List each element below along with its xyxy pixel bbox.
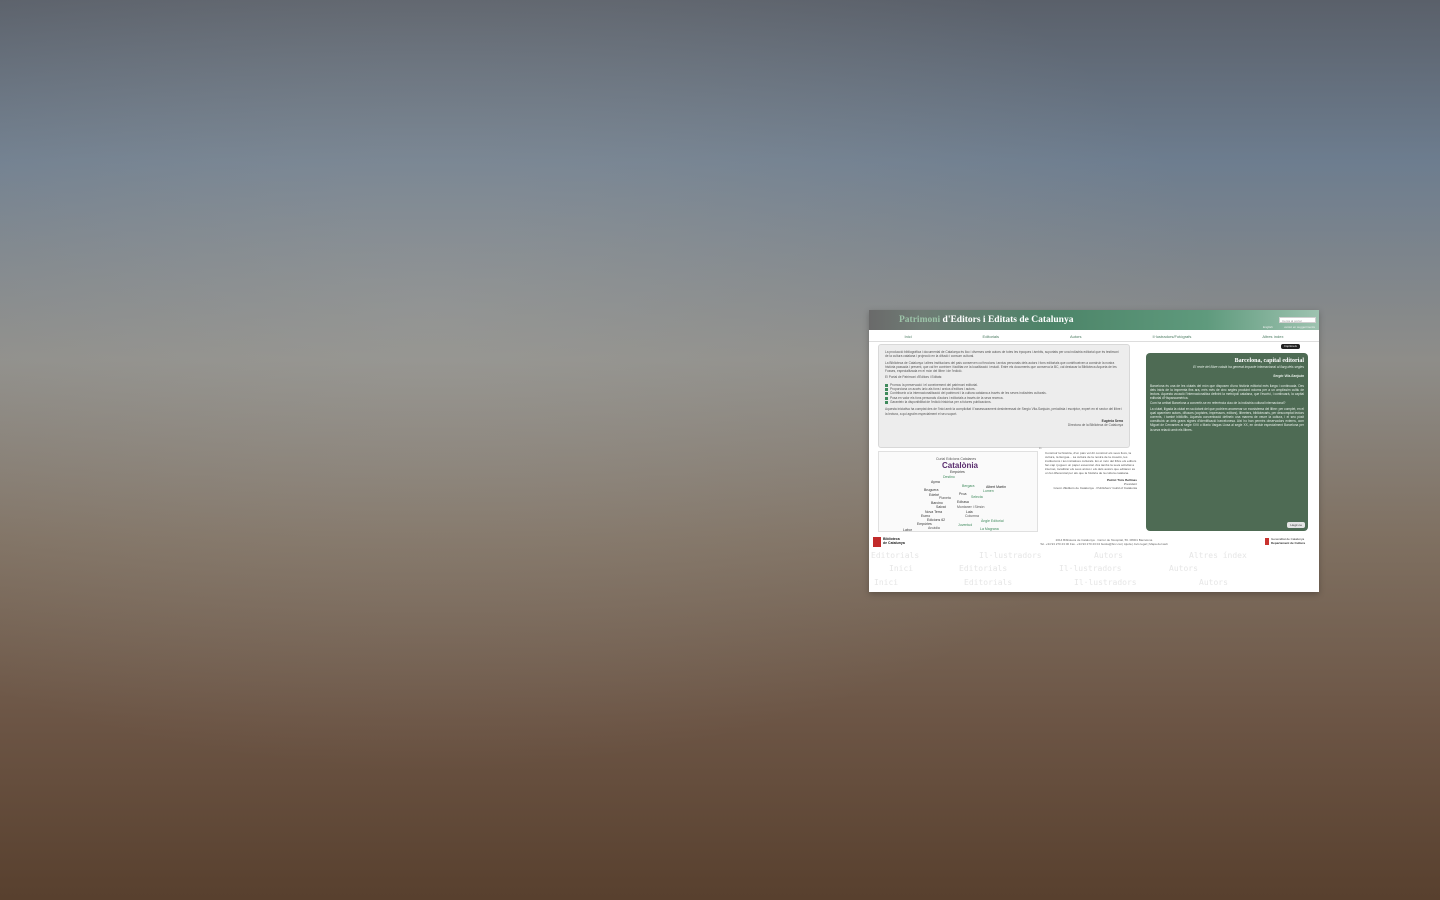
cloud-link[interactable]: Planeta	[939, 496, 951, 500]
quote-open-icon: “	[1039, 446, 1042, 455]
intro-paragraph: El Portal de Patrimoni d'Editors i Edita…	[885, 375, 943, 380]
feature-author: Sergio Vila-Sanjuán	[1273, 374, 1304, 379]
cloud-link[interactable]: Àngle Editorial	[981, 519, 1004, 523]
cloud-link[interactable]: Selecta	[971, 495, 983, 499]
ghost-watermark-word: Autors	[1094, 551, 1123, 560]
language-other-link[interactable]: versió en suggeriments	[1284, 325, 1315, 329]
intro-paragraph: La producció bibliogràfica i documental …	[885, 350, 1119, 359]
search-input[interactable]: Cerca al portal	[1279, 317, 1316, 323]
cloud-link[interactable]: Ayma	[931, 480, 940, 484]
logo-line: de Catalunya	[883, 541, 905, 545]
nav-item-altres[interactable]: Altres índex	[1262, 334, 1283, 339]
site-header: Patrimoni d'Editors i Editats de Catalun…	[869, 310, 1319, 330]
browser-page-thumbnail[interactable]: Patrimoni d'Editors i Editats de Catalun…	[869, 310, 1319, 592]
intro-panel: La producció bibliogràfica i documental …	[878, 344, 1130, 448]
cloud-link[interactable]: Labor	[903, 528, 912, 531]
feature-subtitle: El recte del llibre català ha generat im…	[1193, 365, 1304, 370]
nav-item-autors[interactable]: Autors	[1070, 334, 1082, 339]
cloud-link[interactable]: Lumen	[983, 489, 994, 493]
intro-signature: Eugènia Serra Directora de la Biblioteca…	[885, 419, 1123, 428]
ghost-watermark-word: Il·lustradors	[1074, 578, 1137, 587]
intro-paragraph: Aquesta iniciativa ha comptat des de l'i…	[885, 407, 1123, 416]
cloud-link[interactable]: Salvat	[936, 505, 946, 509]
ghost-watermark-word: Il·lustradors	[979, 551, 1042, 560]
quote-org: Gremi d'Editors de Catalunya · Publisher…	[1053, 486, 1137, 490]
ghost-watermark-word: Il·lustradors	[1059, 564, 1122, 573]
ghost-watermark-word: Inici	[889, 564, 914, 573]
print-button[interactable]: Imprimeix	[1281, 344, 1301, 349]
biblioteca-logo-icon[interactable]	[873, 537, 881, 547]
biblioteca-logo-text: Biblioteca de Catalunya	[883, 537, 905, 545]
feature-paragraph: Com ha arribat Barcelona a convertir-se …	[1150, 401, 1286, 406]
nav-item-editorials[interactable]: Editorials	[983, 334, 999, 339]
ghost-watermark-word: Altres índex	[1189, 551, 1247, 560]
cloud-link[interactable]: Edhasa	[957, 500, 969, 504]
cloud-link[interactable]: Empúries	[950, 470, 965, 474]
cloud-link[interactable]: Edebé	[929, 493, 939, 497]
feature-paragraph: Barcelona és una de les ciutats del món …	[1150, 383, 1304, 401]
site-title-part2: d'Editors i Editats de Catalunya	[940, 315, 1074, 325]
ghost-watermark-word: Autors	[1169, 564, 1198, 573]
feature-paragraph: La ciutat, lligada la ciutat en sa dotan…	[1150, 406, 1304, 432]
list-item: Garanteix la disponibilitat de l'edició …	[885, 400, 1123, 405]
nav-divider	[869, 341, 1319, 342]
generalitat-logo-icon	[1265, 538, 1269, 545]
ghost-watermark-word: Editorials	[959, 564, 1008, 573]
site-title[interactable]: Patrimoni d'Editors i Editats de Catalun…	[899, 315, 1073, 325]
site-footer: Biblioteca de Catalunya 2014 Biblioteca …	[869, 535, 1319, 592]
site-title-part1: Patrimoni	[899, 315, 941, 325]
quote-block: “ Construir la història, d'un país vol d…	[1039, 447, 1137, 532]
ghost-watermark-word: Inici	[874, 578, 899, 587]
intro-bullet-list: Promou la preservació i el coneixement d…	[885, 383, 1123, 405]
cloud-link[interactable]: Bergara	[962, 484, 974, 488]
feature-title: Barcelona, capital editorial	[1234, 358, 1304, 364]
read-more-button[interactable]: Llegir-ne	[1287, 521, 1305, 528]
cloud-link[interactable]: Juventud	[958, 523, 972, 527]
department-line: Departament de Cultura	[1271, 540, 1306, 545]
signature-role: Directora de la Biblioteca de Catalunya	[1067, 423, 1123, 428]
ghost-watermark-word: Autors	[1199, 578, 1228, 587]
nav-item-inici[interactable]: Inici	[904, 334, 911, 339]
cloud-link[interactable]: Montaner i Simón	[957, 505, 984, 509]
featured-article[interactable]: Barcelona, capital editorial El recte de…	[1146, 353, 1308, 531]
contact-links[interactable]: Tel. +34 93 270 23 00 Fax. +34 93 270 23…	[1019, 542, 1189, 546]
ghost-watermark-word: Editorials	[964, 578, 1013, 587]
intro-paragraph: La Biblioteca de Catalunya i altres inst…	[885, 360, 1117, 374]
footer-address: 2014 Biblioteca de Catalunya · Carrer de…	[1019, 538, 1189, 546]
cloud-link[interactable]: Catalònia	[942, 461, 978, 470]
cloud-link[interactable]: Arcàdia	[928, 526, 940, 530]
cloud-link[interactable]: Destino	[943, 475, 955, 479]
cloud-link[interactable]: Proa	[959, 492, 966, 496]
main-nav: Inici Editorials Autors Il·lustradors/Fo…	[869, 332, 1319, 340]
cloud-link[interactable]: Columna	[965, 514, 979, 518]
language-english-link[interactable]: English	[1263, 325, 1273, 329]
cloud-link[interactable]: Bruguera	[924, 488, 938, 492]
nav-item-illustradors[interactable]: Il·lustradors/Fotògrafs	[1152, 334, 1191, 339]
quote-text: Construir la història, d'un país vol dir…	[1045, 451, 1137, 475]
ghost-watermark-word: Editorials	[871, 551, 920, 560]
generalitat-text[interactable]: Generalitat de Catalunya Departament de …	[1271, 537, 1306, 545]
publisher-word-cloud: Curial Edicions Catalanes Catalònia Empú…	[878, 451, 1038, 532]
cloud-link[interactable]: La Magrana	[980, 527, 999, 531]
